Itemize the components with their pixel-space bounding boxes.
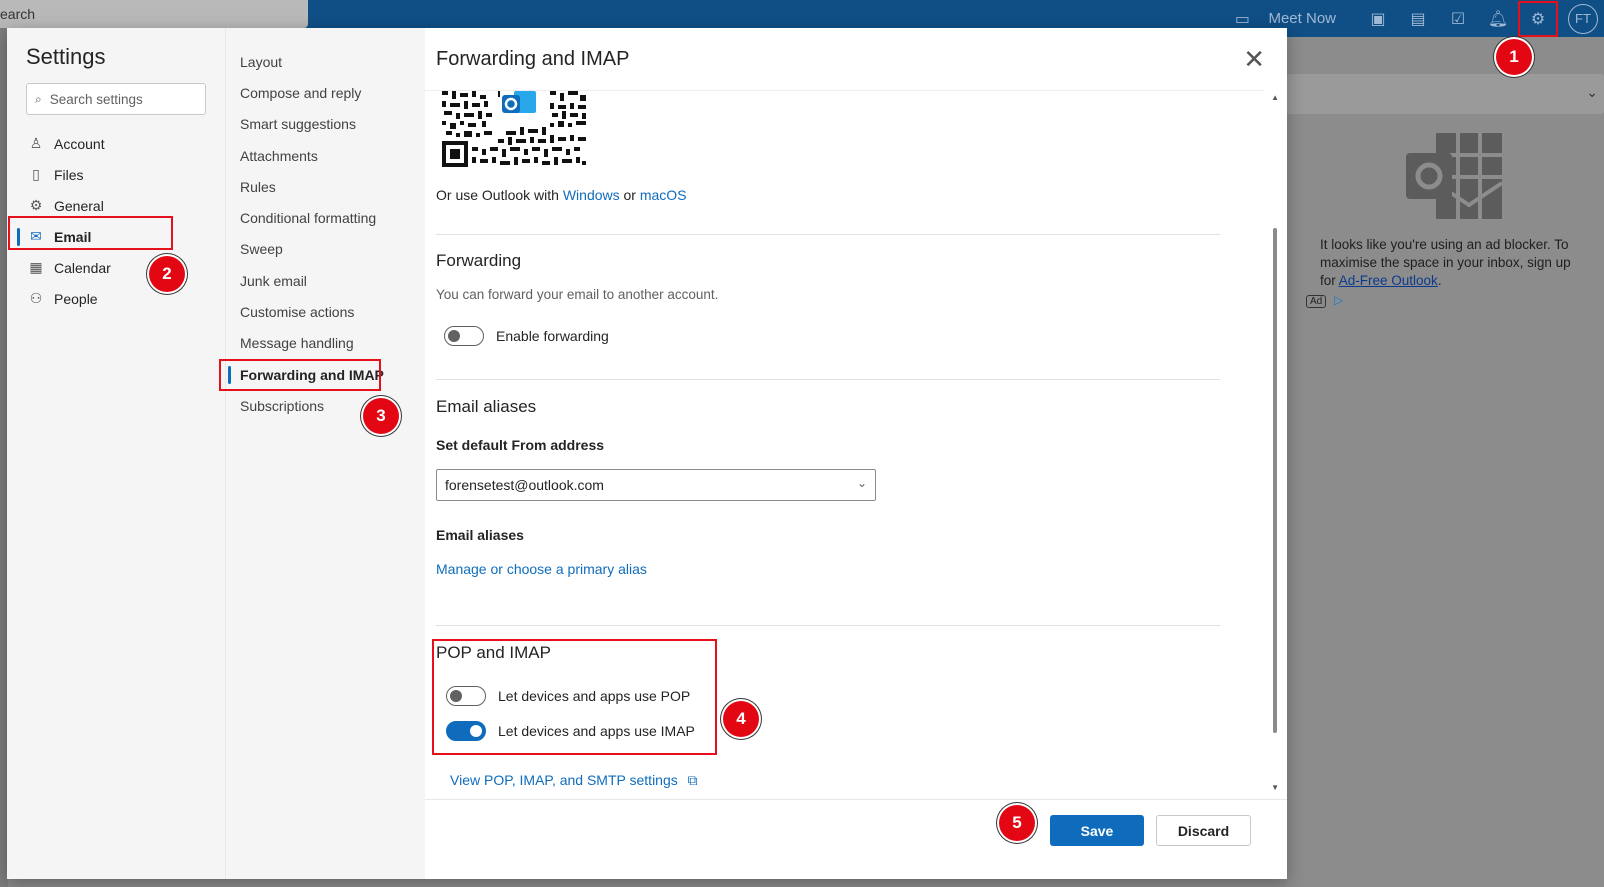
annotation-badge-1: 1: [1496, 39, 1532, 75]
or-word: or: [619, 187, 640, 203]
qr-code: [442, 91, 586, 167]
file-icon: ▯: [32, 166, 40, 182]
forwarding-subtitle: You can forward your email to another ac…: [436, 287, 719, 302]
view-pop-imap-smtp-link[interactable]: View POP, IMAP, and SMTP settings ⧉: [450, 772, 698, 789]
discard-button[interactable]: Discard: [1156, 815, 1251, 846]
search-settings-input[interactable]: ⌕ Search settings: [26, 83, 206, 115]
category-label: Files: [54, 166, 84, 183]
avatar[interactable]: FT: [1568, 3, 1598, 34]
subcategory-message-handling[interactable]: Message handling: [226, 328, 426, 359]
divider: [436, 625, 1220, 626]
page-title: Forwarding and IMAP: [436, 48, 630, 70]
category-label: General: [54, 197, 104, 214]
highlight-email-category: [8, 216, 173, 250]
dialog-footer: Save Discard: [425, 799, 1287, 879]
ad-free-outlook-link[interactable]: Ad-Free Outlook: [1339, 273, 1438, 288]
ad-blocker-message: It looks like you're using an ad blocker…: [1320, 236, 1590, 290]
subcategory-conditional-formatting[interactable]: Conditional formatting: [226, 202, 426, 233]
save-button[interactable]: Save: [1050, 815, 1144, 846]
default-from-value: forensetest@outlook.com: [445, 477, 604, 493]
enable-forwarding-row: Enable forwarding: [444, 326, 609, 346]
person-icon: ♙: [29, 135, 43, 151]
calendar-icon: ▦: [29, 259, 43, 275]
subcategory-junk-email[interactable]: Junk email: [226, 265, 426, 296]
enable-forwarding-toggle[interactable]: [444, 326, 484, 346]
forwarding-section-title: Forwarding: [436, 251, 522, 270]
email-aliases-label: Email aliases: [436, 527, 524, 543]
enable-forwarding-label: Enable forwarding: [496, 328, 609, 344]
scroll-down-arrow[interactable]: ▼: [1271, 783, 1279, 792]
close-icon[interactable]: ✕: [1243, 46, 1265, 72]
highlight-forwarding-imap: [219, 359, 381, 391]
people-icon: ⚇: [29, 290, 43, 306]
annotation-badge-2: 2: [149, 256, 185, 292]
teams-icon[interactable]: ▣: [1358, 4, 1398, 34]
scroll-up-arrow[interactable]: ▲: [1271, 93, 1279, 102]
category-people[interactable]: ⚇ People: [7, 283, 225, 314]
manage-aliases-link[interactable]: Manage or choose a primary alias: [436, 561, 647, 577]
ad-badge: Ad: [1306, 295, 1327, 308]
subcategory-smart-suggestions[interactable]: Smart suggestions: [226, 109, 426, 140]
search-icon: ⌕: [35, 91, 42, 106]
windows-link[interactable]: Windows: [563, 187, 620, 203]
adchoices-icon[interactable]: ▷: [1334, 293, 1343, 307]
background-dropdown: ⌄: [1286, 74, 1604, 114]
bell-icon[interactable]: 🔔︎: [1478, 4, 1518, 34]
macos-link[interactable]: macOS: [640, 187, 687, 203]
gear-icon: ⚙: [29, 197, 43, 213]
annotation-badge-5: 5: [999, 805, 1035, 841]
default-from-select[interactable]: forensetest@outlook.com ⌄: [436, 469, 876, 501]
top-search-box[interactable]: earch: [0, 0, 308, 28]
chevron-down-icon: ⌄: [856, 476, 867, 490]
scrollbar-thumb[interactable]: [1273, 228, 1277, 733]
divider: [436, 379, 1220, 380]
category-files[interactable]: ▯ Files: [7, 159, 225, 190]
category-calendar[interactable]: ▦ Calendar: [7, 252, 225, 283]
divider: [436, 234, 1220, 235]
category-account[interactable]: ♙ Account: [7, 128, 225, 159]
subcategory-compose-and-reply[interactable]: Compose and reply: [226, 77, 426, 108]
category-label: Calendar: [54, 259, 111, 276]
settings-categories-pane: Settings ⌕ Search settings ♙ Account ▯ Fil…: [7, 28, 225, 879]
outlook-logo-icon: [1406, 133, 1502, 219]
ad-text-after: .: [1437, 273, 1442, 288]
view-settings-label: View POP, IMAP, and SMTP settings: [450, 772, 678, 788]
annotation-badge-4: 4: [723, 701, 759, 737]
subcategory-layout[interactable]: Layout: [226, 46, 426, 77]
subcategory-customise-actions[interactable]: Customise actions: [226, 296, 426, 327]
or-use-outlook-text: Or use Outlook with Windows or macOS: [436, 187, 687, 203]
todo-icon[interactable]: ☑: [1438, 4, 1478, 34]
external-link-icon: ⧉: [687, 772, 698, 788]
subcategory-attachments[interactable]: Attachments: [226, 140, 426, 171]
chevron-down-icon: ⌄: [1586, 84, 1598, 100]
category-label: People: [54, 290, 98, 307]
settings-title: Settings: [26, 44, 106, 69]
top-search-text: earch: [0, 6, 36, 22]
subcategory-rules[interactable]: Rules: [226, 171, 426, 202]
email-aliases-section-title: Email aliases: [436, 397, 537, 416]
meet-now-button[interactable]: Meet Now: [1268, 10, 1336, 27]
subcategory-sweep[interactable]: Sweep: [226, 234, 426, 265]
search-placeholder: Search settings: [49, 91, 143, 107]
settings-gear-icon[interactable]: ⚙: [1518, 0, 1558, 37]
category-label: Account: [54, 135, 105, 152]
highlight-pop-imap-section: [432, 639, 717, 755]
annotation-badge-3: 3: [363, 398, 399, 434]
default-from-label: Set default From address: [436, 437, 605, 453]
email-subcategories-pane: Layout Compose and reply Smart suggestio…: [225, 28, 425, 879]
or-use-prefix: Or use Outlook with: [436, 187, 563, 203]
onenote-icon[interactable]: ▤: [1398, 4, 1438, 34]
